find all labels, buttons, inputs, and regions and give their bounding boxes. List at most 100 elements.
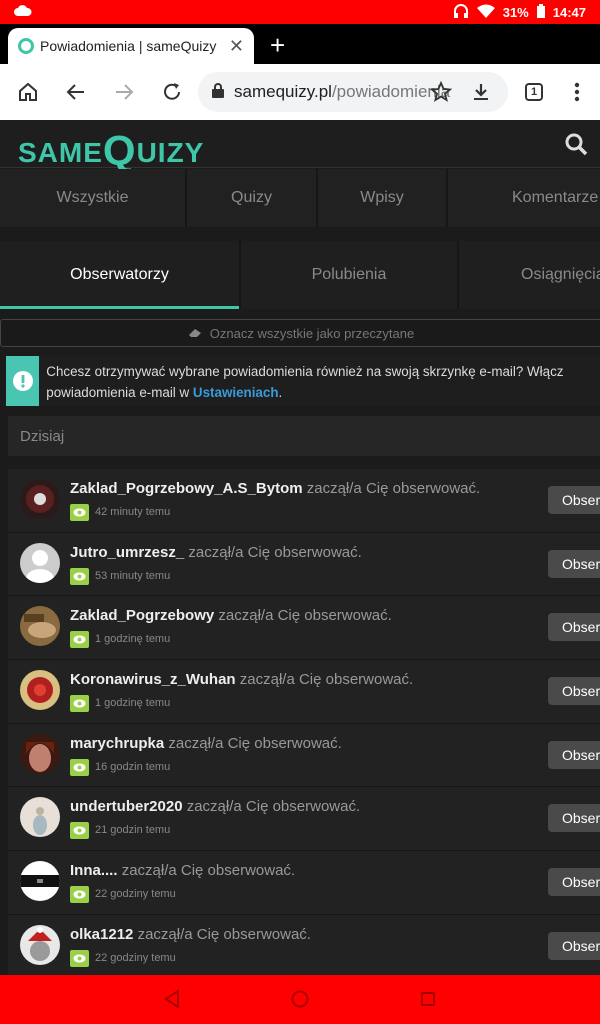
clock: 14:47 [552,5,586,20]
android-nav-bar [0,975,600,1024]
eye-icon [70,504,89,521]
username: undertuber2020 [70,798,183,816]
username: Jutro_umrzesz_ [70,543,185,561]
home-circle-icon[interactable] [290,989,310,1014]
notification-text: olka1212 zaczął/a Cię obserwować. [70,925,311,943]
notification-text: Inna.... zaczął/a Cię obserwować. [70,862,296,880]
settings-link[interactable]: Ustawieniach [193,385,279,400]
back-triangle-icon[interactable] [163,989,181,1014]
eraser-icon [188,326,202,341]
close-tab-icon[interactable]: ✕ [229,36,244,57]
notification-list: Zaklad_Pogrzebowy_A.S_Bytom zaczął/a Cię… [8,469,600,979]
notification-text: Jutro_umrzesz_ zaczął/a Cię obserwować. [70,543,362,561]
timestamp: 22 godziny temu [95,951,176,964]
reload-icon[interactable] [160,80,184,104]
avatar[interactable] [20,861,60,902]
tab-switcher-button[interactable]: 1 [522,80,546,104]
filter-posts[interactable]: Wpisy [318,169,448,227]
username: marychrupka [70,734,165,752]
timestamp: 22 godziny temu [95,888,176,901]
follow-button[interactable]: Obserwuj [548,677,600,706]
address-bar[interactable]: samequizy.pl/powiadomienia [198,72,508,112]
bookmark-star-icon[interactable] [429,80,453,104]
eye-icon [70,631,89,649]
notification-row[interactable]: olka1212 zaczął/a Cię obserwować. 22 god… [8,914,600,979]
follow-button[interactable]: Obserwuj [548,740,600,769]
timestamp: 21 godzin temu [95,824,171,837]
notification-row[interactable]: marychrupka zaczął/a Cię obserwować. 16 … [8,723,600,788]
avatar[interactable] [20,606,60,647]
notification-text: marychrupka zaczął/a Cię obserwować. [70,734,342,752]
recents-square-icon[interactable] [419,990,437,1013]
timestamp: 53 minuty temu [95,569,171,582]
forward-arrow-icon[interactable] [112,80,136,104]
username: Zaklad_Pogrzebowy [70,607,215,625]
filter-nav: Wszystkie Quizy Wpisy Komentarze [0,169,600,227]
exclamation-icon [6,356,40,406]
day-header: Dzisiaj [8,416,600,456]
avatar[interactable] [20,924,60,965]
notification-row[interactable]: undertuber2020 zaczął/a Cię obserwować. … [8,787,600,852]
back-arrow-icon[interactable] [64,80,88,104]
battery-icon [536,4,545,21]
notification-row[interactable]: Jutro_umrzesz_ zaczął/a Cię obserwować. … [8,532,600,597]
notification-cloud-icon [14,4,32,21]
notification-text: Zaklad_Pogrzebowy zaczął/a Cię obserwowa… [70,607,392,625]
status-bar: 31% 14:47 [0,0,600,24]
avatar[interactable] [20,542,60,583]
timestamp: 1 godzinę temu [95,697,171,710]
browser-tab[interactable]: Powiadomienia | sameQuizy ✕ [8,28,254,64]
timestamp: 42 minuty temu [95,506,171,518]
lock-icon [212,83,224,101]
eye-icon [70,886,89,904]
new-tab-button[interactable]: + [270,30,285,61]
avatar[interactable] [20,797,60,838]
url-text: samequizy.pl/powiadomienia [234,82,451,101]
notification-row[interactable]: Zaklad_Pogrzebowy_A.S_Bytom zaczął/a Cię… [8,469,600,533]
menu-dots-icon[interactable] [565,80,589,104]
timestamp: 16 godzin temu [95,760,171,773]
samequizy-logo[interactable]: SAMEQUIZY [18,124,204,174]
filter-quizzes[interactable]: Quizy [187,169,318,227]
username: Zaklad_Pogrzebowy_A.S_Bytom [70,480,303,497]
avatar[interactable] [20,670,60,711]
username: Inna.... [70,862,118,880]
filter-all[interactable]: Wszystkie [0,169,187,227]
notification-text: undertuber2020 zaczął/a Cię obserwować. [70,798,361,816]
site-header: SAMEQUIZY [0,120,600,174]
tab-followers[interactable]: Obserwatorzy [0,241,241,309]
eye-icon [70,695,89,713]
avatar[interactable] [20,479,60,519]
follow-button[interactable]: Obserwuj [548,613,600,642]
follow-button[interactable]: Obserwuj [548,486,600,514]
search-icon[interactable] [564,132,588,156]
tab-count: 1 [530,86,538,98]
mark-all-read-button[interactable]: Oznacz wszystkie jako przeczytane [0,319,600,347]
filter-comments[interactable]: Komentarze [448,169,600,227]
browser-tabstrip: Powiadomienia | sameQuizy ✕ + [0,24,600,64]
download-icon[interactable] [469,80,493,104]
follow-button[interactable]: Obserwuj [548,868,600,897]
tab-achievements[interactable]: Osiągnięcia [459,241,600,309]
eye-icon [70,949,89,967]
notification-text: Zaklad_Pogrzebowy_A.S_Bytom zaczął/a Cię… [70,480,481,497]
tab-likes[interactable]: Polubienia [241,241,459,309]
username: Koronawirus_z_Wuhan [70,671,236,689]
eye-icon [70,567,89,585]
site-favicon-icon [18,38,34,54]
home-icon[interactable] [16,80,40,104]
notification-text: Koronawirus_z_Wuhan zaczął/a Cię obserwo… [70,671,414,689]
email-notice: Chcesz otrzymywać wybrane powiadomienia … [6,356,600,406]
follow-button[interactable]: Obserwuj [548,549,600,578]
notification-row[interactable]: Zaklad_Pogrzebowy zaczął/a Cię obserwowa… [8,596,600,661]
eye-icon [70,758,89,776]
follow-button[interactable]: Obserwuj [548,804,600,833]
follow-button[interactable]: Obserwuj [548,931,600,960]
avatar[interactable] [20,733,60,774]
notification-row[interactable]: Koronawirus_z_Wuhan zaczął/a Cię obserwo… [8,660,600,724]
notification-row[interactable]: Inna.... zaczął/a Cię obserwować. 22 god… [8,851,600,915]
notice-text: Chcesz otrzymywać wybrane powiadomienia … [46,364,564,400]
battery-percent: 31% [502,5,529,20]
username: olka1212 [70,925,134,943]
wifi-icon [476,4,495,21]
